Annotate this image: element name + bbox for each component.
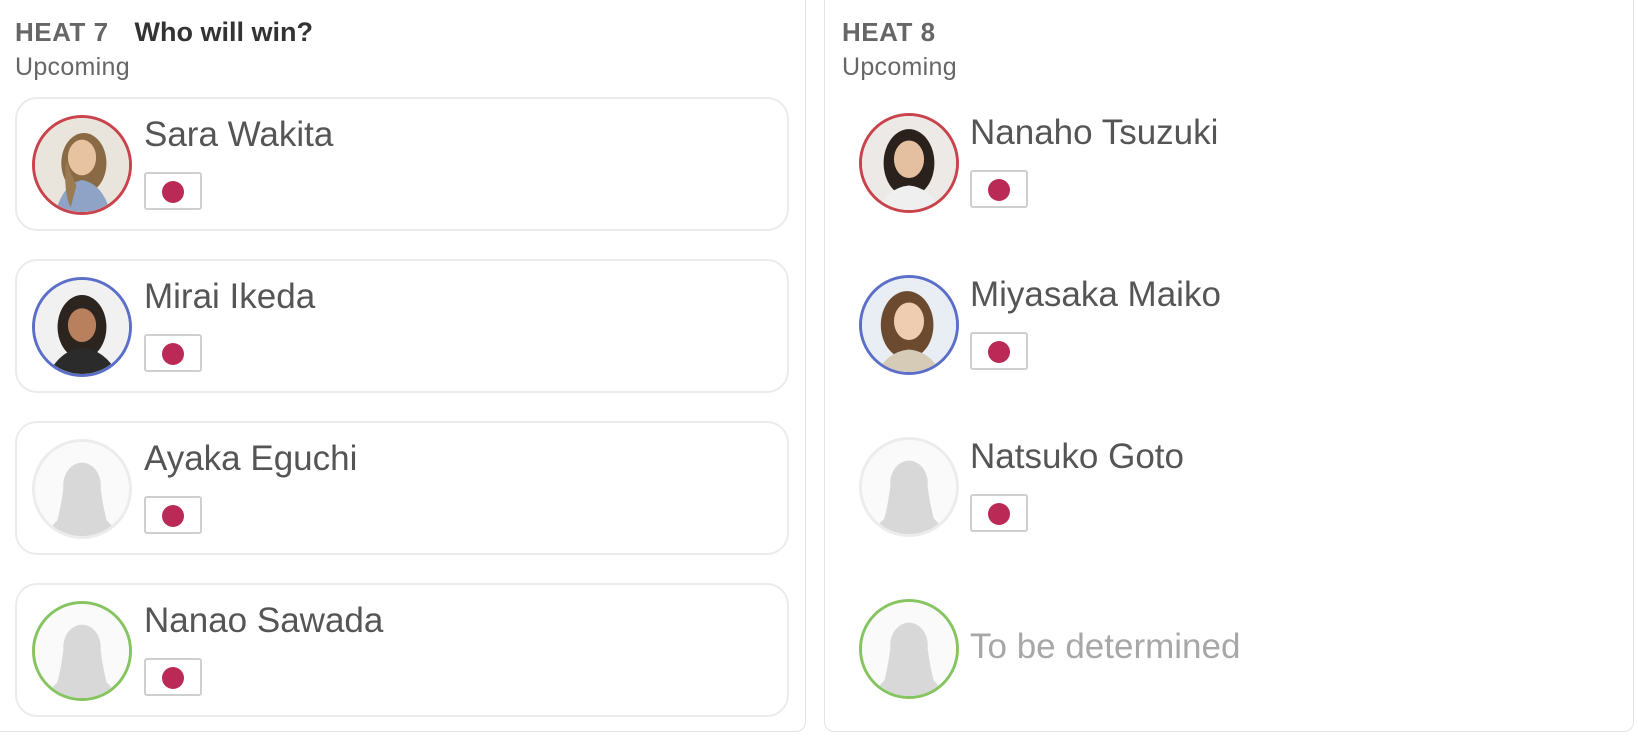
japan-flag-icon <box>144 334 202 372</box>
athlete-card[interactable]: Mirai Ikeda <box>15 259 789 393</box>
avatar-placeholder-icon <box>859 437 959 537</box>
japan-flag-icon <box>970 494 1028 532</box>
athlete-name: Ayaka Eguchi <box>144 439 358 478</box>
japan-flag-icon <box>970 332 1028 370</box>
athlete-avatar <box>859 113 959 213</box>
athlete-avatar <box>32 277 132 377</box>
athlete-name: Mirai Ikeda <box>144 277 316 316</box>
athlete-card[interactable]: Sara Wakita <box>15 97 789 231</box>
heat-8-panel: HEAT 8 Upcoming Nanaho Tsuzuki Miyasaka … <box>824 0 1634 732</box>
athlete-name: Nanao Sawada <box>144 601 384 640</box>
athlete-list: Sara Wakita Mirai Ikeda Ayaka Eguchi Nan… <box>15 97 789 745</box>
heat-label: HEAT 8 <box>842 17 936 47</box>
athlete-avatar <box>32 115 132 215</box>
athlete-name: Sara Wakita <box>144 115 334 154</box>
heat-header: HEAT 7 Who will win? Upcoming <box>15 17 313 82</box>
athlete-name: Nanaho Tsuzuki <box>970 113 1219 152</box>
athlete-name-tbd: To be determined <box>970 627 1241 666</box>
japan-flag-icon <box>144 172 202 210</box>
athlete-card[interactable]: Nanao Sawada <box>15 583 789 717</box>
athlete-row: To be determined <box>842 583 1616 717</box>
heat-status: Upcoming <box>15 53 130 81</box>
avatar-placeholder-icon <box>859 599 959 699</box>
athlete-row[interactable]: Miyasaka Maiko <box>842 259 1616 393</box>
avatar-placeholder-icon <box>32 439 132 539</box>
japan-flag-icon <box>144 496 202 534</box>
japan-flag-icon <box>144 658 202 696</box>
predict-winner-link[interactable]: Who will win? <box>135 17 313 48</box>
athlete-card[interactable]: Ayaka Eguchi <box>15 421 789 555</box>
athlete-name: Miyasaka Maiko <box>970 275 1221 314</box>
athlete-row[interactable]: Nanaho Tsuzuki <box>842 97 1616 231</box>
athlete-row[interactable]: Natsuko Goto <box>842 421 1616 555</box>
athlete-list: Nanaho Tsuzuki Miyasaka Maiko Natsuko Go… <box>842 97 1616 745</box>
avatar-placeholder-icon <box>32 601 132 701</box>
heat-label: HEAT 7 <box>15 17 109 47</box>
athlete-avatar <box>859 275 959 375</box>
heat-7-panel: HEAT 7 Who will win? Upcoming Sara Wakit… <box>0 0 806 732</box>
athlete-name: Natsuko Goto <box>970 437 1184 476</box>
heat-header: HEAT 8 Upcoming <box>842 17 957 82</box>
japan-flag-icon <box>970 170 1028 208</box>
heat-status: Upcoming <box>842 53 957 81</box>
